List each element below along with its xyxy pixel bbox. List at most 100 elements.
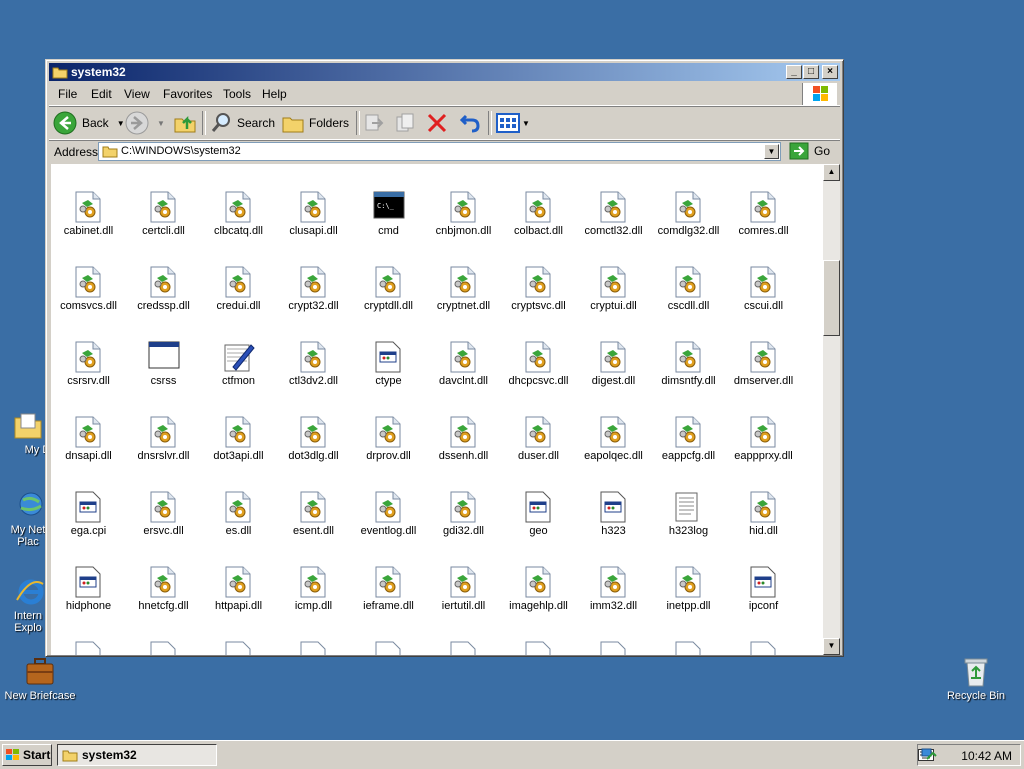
file-item[interactable]: certcli.dll xyxy=(126,167,201,242)
file-item-partial[interactable] xyxy=(576,617,651,655)
maximize-button[interactable]: □ xyxy=(803,65,819,79)
file-item[interactable]: ctype xyxy=(351,317,426,392)
file-item-partial[interactable] xyxy=(426,617,501,655)
file-item[interactable]: ieframe.dll xyxy=(351,542,426,617)
move-to-button[interactable] xyxy=(363,110,385,136)
desktop-icon-new-briefcase[interactable]: New Briefcase xyxy=(0,656,80,702)
file-item[interactable]: h323log xyxy=(651,467,726,542)
address-dropdown-button[interactable]: ▼ xyxy=(764,144,779,159)
file-item[interactable]: es.dll xyxy=(201,467,276,542)
menu-tools[interactable]: Tools xyxy=(223,87,251,101)
file-item[interactable]: cabinet.dll xyxy=(51,167,126,242)
file-item-partial[interactable] xyxy=(651,617,726,655)
file-item[interactable]: crypt32.dll xyxy=(276,242,351,317)
file-item[interactable]: eappprxy.dll xyxy=(726,392,801,467)
file-item[interactable]: dot3api.dll xyxy=(201,392,276,467)
file-item[interactable]: cscdll.dll xyxy=(651,242,726,317)
address-field[interactable]: C:\WINDOWS\system32 ▼ xyxy=(98,142,781,161)
file-item[interactable]: colbact.dll xyxy=(501,167,576,242)
file-item[interactable]: ipconf xyxy=(726,542,801,617)
file-item[interactable]: ersvc.dll xyxy=(126,467,201,542)
file-item[interactable]: drprov.dll xyxy=(351,392,426,467)
file-item[interactable]: comctl32.dll xyxy=(576,167,651,242)
file-item[interactable]: credssp.dll xyxy=(126,242,201,317)
file-item[interactable]: davclnt.dll xyxy=(426,317,501,392)
file-item[interactable]: csrss xyxy=(126,317,201,392)
taskbar-button-system32[interactable]: system32 xyxy=(57,744,217,766)
file-item[interactable]: dmserver.dll xyxy=(726,317,801,392)
file-item[interactable]: cnbjmon.dll xyxy=(426,167,501,242)
desktop-icon-recycle-bin[interactable]: Recycle Bin xyxy=(936,656,1016,702)
up-button[interactable] xyxy=(173,110,197,136)
file-item[interactable]: duser.dll xyxy=(501,392,576,467)
file-item[interactable]: digest.dll xyxy=(576,317,651,392)
file-item[interactable]: credui.dll xyxy=(201,242,276,317)
network-status-icon[interactable] xyxy=(921,747,937,766)
file-item[interactable]: csrsrv.dll xyxy=(51,317,126,392)
file-item[interactable]: cryptnet.dll xyxy=(426,242,501,317)
file-item[interactable]: icmp.dll xyxy=(276,542,351,617)
chevron-down-icon[interactable]: ▼ xyxy=(522,119,530,128)
chevron-down-icon[interactable]: ▼ xyxy=(157,119,165,128)
file-item[interactable]: cryptui.dll xyxy=(576,242,651,317)
chevron-down-icon[interactable]: ▼ xyxy=(117,119,125,128)
views-button[interactable]: ▼ xyxy=(496,110,530,136)
menu-edit[interactable]: Edit xyxy=(91,87,112,101)
file-item[interactable]: eapolqec.dll xyxy=(576,392,651,467)
file-item-partial[interactable] xyxy=(726,617,801,655)
file-item[interactable]: hnetcfg.dll xyxy=(126,542,201,617)
file-item[interactable]: httpapi.dll xyxy=(201,542,276,617)
file-item[interactable]: ctl3dv2.dll xyxy=(276,317,351,392)
file-item[interactable]: dimsntfy.dll xyxy=(651,317,726,392)
file-item[interactable]: dnsapi.dll xyxy=(51,392,126,467)
file-item-partial[interactable] xyxy=(501,617,576,655)
menu-view[interactable]: View xyxy=(124,87,150,101)
scroll-down-button[interactable]: ▼ xyxy=(823,638,840,655)
menu-favorites[interactable]: Favorites xyxy=(163,87,212,101)
file-item-partial[interactable] xyxy=(351,617,426,655)
scroll-thumb[interactable] xyxy=(823,260,840,336)
go-button[interactable]: Go xyxy=(789,141,830,161)
file-item[interactable]: imm32.dll xyxy=(576,542,651,617)
folders-button[interactable]: Folders xyxy=(281,110,349,136)
file-item[interactable]: inetpp.dll xyxy=(651,542,726,617)
file-item[interactable]: clusapi.dll xyxy=(276,167,351,242)
file-item[interactable]: geo xyxy=(501,467,576,542)
file-item[interactable]: dssenh.dll xyxy=(426,392,501,467)
file-item[interactable]: C:\_ cmd xyxy=(351,167,426,242)
file-item[interactable]: hid.dll xyxy=(726,467,801,542)
file-item[interactable]: ctfmon xyxy=(201,317,276,392)
file-item-partial[interactable] xyxy=(276,617,351,655)
file-item[interactable]: hidphone xyxy=(51,542,126,617)
file-item[interactable]: ega.cpi xyxy=(51,467,126,542)
scroll-up-button[interactable]: ▲ xyxy=(823,164,840,181)
file-item[interactable]: eventlog.dll xyxy=(351,467,426,542)
minimize-button[interactable]: _ xyxy=(786,65,802,79)
menu-help[interactable]: Help xyxy=(262,87,287,101)
file-item[interactable]: iertutil.dll xyxy=(426,542,501,617)
start-button[interactable]: Start xyxy=(2,744,52,766)
file-item[interactable]: clbcatq.dll xyxy=(201,167,276,242)
file-item[interactable]: cryptdll.dll xyxy=(351,242,426,317)
search-button[interactable]: Search xyxy=(209,110,275,136)
back-button[interactable]: Back ▼ xyxy=(53,110,125,136)
file-item[interactable]: h323 xyxy=(576,467,651,542)
file-list-pane[interactable]: batmeter.dllbrowselc.dllbrowser.dllbrows… xyxy=(51,164,823,655)
title-bar[interactable]: system32 _ □ × xyxy=(49,63,840,81)
file-item-partial[interactable] xyxy=(51,617,126,655)
file-item[interactable]: dnsrslvr.dll xyxy=(126,392,201,467)
file-item[interactable]: gdi32.dll xyxy=(426,467,501,542)
file-item[interactable]: comdlg32.dll xyxy=(651,167,726,242)
file-item[interactable]: cryptsvc.dll xyxy=(501,242,576,317)
file-item-partial[interactable] xyxy=(201,617,276,655)
menu-file[interactable]: File xyxy=(58,87,77,101)
file-item[interactable]: eappcfg.dll xyxy=(651,392,726,467)
copy-to-button[interactable] xyxy=(394,110,416,136)
file-item-partial[interactable] xyxy=(126,617,201,655)
file-item[interactable]: dot3dlg.dll xyxy=(276,392,351,467)
file-item[interactable]: imagehlp.dll xyxy=(501,542,576,617)
file-item[interactable]: comsvcs.dll xyxy=(51,242,126,317)
file-item[interactable]: dhcpcsvc.dll xyxy=(501,317,576,392)
forward-button[interactable]: ▼ xyxy=(125,110,165,136)
file-item[interactable]: esent.dll xyxy=(276,467,351,542)
